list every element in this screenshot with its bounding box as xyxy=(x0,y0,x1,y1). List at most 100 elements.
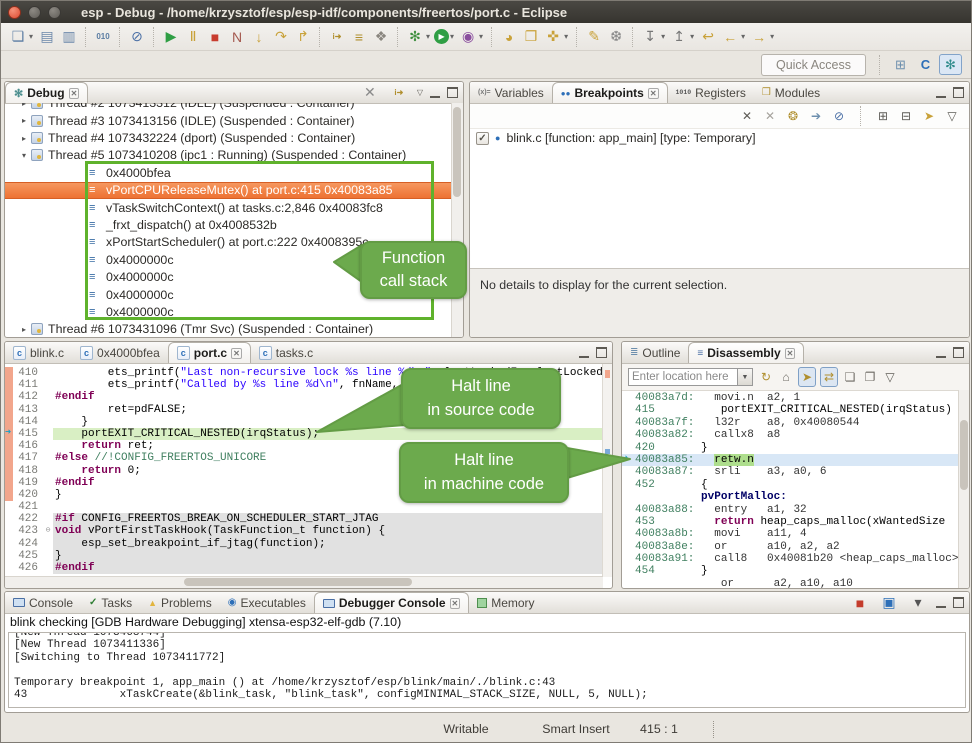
sync-with-active-context-toggle[interactable]: ⇄ xyxy=(820,367,838,387)
open-new-view-button[interactable]: ❏ xyxy=(842,368,858,386)
location-input[interactable]: Enter location here xyxy=(628,368,738,386)
debug-frame-row[interactable]: ≡0x4000000c xyxy=(5,303,452,320)
disconnect-button[interactable]: N xyxy=(227,27,247,47)
disassembly-line[interactable]: 40083a88: entry a1, 32 xyxy=(622,504,959,516)
code-line[interactable]: 423⊖void vPortFirstTaskHook(TaskFunction… xyxy=(5,525,603,537)
maximize-icon[interactable] xyxy=(596,347,607,358)
open-perspective-button[interactable]: ⊞ xyxy=(889,54,912,75)
tab-disassembly[interactable]: ≡ Disassembly ✕ xyxy=(688,342,804,363)
run-button[interactable]: ▶ xyxy=(434,29,449,44)
collapse-all-button[interactable]: ⊟ xyxy=(899,108,913,124)
disassembly-code[interactable]: 40083a7d: movi.n a2, 1415 portEXIT_CRITI… xyxy=(622,390,959,588)
disassembly-line[interactable]: ➜40083a85: retw.n xyxy=(622,454,959,466)
tree-twisty-icon[interactable]: ▸ xyxy=(19,116,29,125)
debug-button[interactable]: ✻ xyxy=(405,27,425,47)
tab-registers[interactable]: 1010 Registers xyxy=(668,82,754,103)
profile-button[interactable]: ◉ xyxy=(458,27,478,47)
step-return-button[interactable]: ↱ xyxy=(293,27,313,47)
disassembly-line[interactable]: 454 } xyxy=(622,565,959,577)
debug-thread-row[interactable]: ▸Thread #3 1073413156 (IDLE) (Suspended … xyxy=(5,112,452,129)
tree-twisty-icon[interactable]: ▸ xyxy=(19,325,29,334)
quick-access-button[interactable]: Quick Access xyxy=(761,54,866,76)
maximize-icon[interactable] xyxy=(447,87,458,98)
minimize-icon[interactable] xyxy=(936,348,946,358)
minimize-icon[interactable] xyxy=(430,88,440,98)
code-line[interactable]: 426#endif xyxy=(5,562,603,574)
debug-perspective-button[interactable]: ✻ xyxy=(939,54,962,75)
scrollbar-thumb[interactable] xyxy=(960,420,968,490)
link-with-debug-view-button[interactable]: ➤ xyxy=(922,108,936,124)
debug-scrollbar[interactable] xyxy=(451,103,463,337)
open-element-button[interactable]: ❐ xyxy=(521,27,541,47)
debug-thread-row[interactable]: ▸Thread #6 1073431096 (Tmr Svc) (Suspend… xyxy=(5,321,452,337)
tab-debug[interactable]: ✻ Debug ✕ xyxy=(5,82,88,103)
new-button[interactable]: ❏ xyxy=(8,27,28,47)
close-icon[interactable]: ✕ xyxy=(648,88,659,99)
suspend-button[interactable]: Ⅱ xyxy=(183,27,203,47)
tab-0x4000bfea[interactable]: c 0x4000bfea xyxy=(72,342,168,363)
maximize-icon[interactable] xyxy=(953,347,964,358)
tab-blink-c[interactable]: c blink.c xyxy=(5,342,72,363)
code-line[interactable]: ➜415 portEXIT_CRITICAL_NESTED(irqStatus)… xyxy=(5,428,603,440)
annotations-button[interactable]: ❆ xyxy=(606,27,626,47)
terminate-console-button[interactable]: ■ xyxy=(850,593,870,613)
code-line[interactable]: 425} xyxy=(5,550,603,562)
display-selected-console-button[interactable]: ▣ xyxy=(879,593,899,613)
tab-executables[interactable]: ◉ Executables xyxy=(220,592,314,613)
tree-twisty-icon[interactable]: ▾ xyxy=(19,151,29,160)
use-step-filters-button[interactable]: ≡ xyxy=(349,27,369,47)
pin-view-button[interactable]: ❐ xyxy=(862,368,878,386)
tab-outline[interactable]: ≣ Outline xyxy=(622,342,688,363)
forward-button-dropdown-icon[interactable]: ▾ xyxy=(770,32,774,41)
last-edit-location-button[interactable]: ↩ xyxy=(698,27,718,47)
location-dropdown-icon[interactable]: ▼ xyxy=(738,368,753,386)
disassembly-line[interactable]: 40083a82: callx8 a8 xyxy=(622,429,959,441)
close-icon[interactable]: ✕ xyxy=(69,88,80,99)
window-close-button[interactable] xyxy=(8,6,21,19)
code-line[interactable]: 424 esp_set_breakpoint_if_jtag(function)… xyxy=(5,538,603,550)
resume-button[interactable]: ▶ xyxy=(161,27,181,47)
close-icon[interactable]: ✕ xyxy=(231,348,242,359)
remove-all-terminated-button[interactable]: ✕ xyxy=(360,83,380,103)
save-button[interactable]: ▤ xyxy=(37,27,57,47)
debug-button-dropdown-icon[interactable]: ▾ xyxy=(426,32,430,41)
track-expression-toggle[interactable]: ➤ xyxy=(798,367,816,387)
disassembly-line[interactable]: 40083a7d: movi.n a2, 1 xyxy=(622,392,959,404)
previous-annotation-button-dropdown-icon[interactable]: ▾ xyxy=(690,32,694,41)
step-over-button[interactable]: ↷ xyxy=(271,27,291,47)
debug-frame-row[interactable]: ≡vPortCPUReleaseMutex() at port.c:415 0x… xyxy=(5,182,452,199)
tab-memory[interactable]: Memory xyxy=(469,592,542,613)
terminate-button[interactable]: ■ xyxy=(205,27,225,47)
binary-010-button[interactable]: 010 xyxy=(93,27,113,47)
disassembly-line[interactable]: 40083a8e: or a10, a2, a2 xyxy=(622,541,959,553)
disassembly-line[interactable]: 452 { xyxy=(622,479,959,491)
view-menu-button[interactable]: ▽ xyxy=(945,108,959,124)
next-annotation-button[interactable]: ↧ xyxy=(640,27,660,47)
scrollbar-thumb[interactable] xyxy=(184,578,411,586)
scrollbar-thumb[interactable] xyxy=(453,107,461,197)
instruction-stepping-button[interactable]: i➜ xyxy=(327,27,347,47)
instruction-stepping-toggle[interactable]: i➜ xyxy=(389,83,409,103)
step-into-button[interactable]: ↓ xyxy=(249,27,269,47)
tab-problems[interactable]: ▲ Problems xyxy=(140,592,220,613)
debug-thread-row[interactable]: ▸Thread #2 1073413312 (IDLE) (Suspended … xyxy=(5,103,452,112)
mark-occurrences-button[interactable]: ✎ xyxy=(584,27,604,47)
home-button[interactable]: ⌂ xyxy=(778,368,794,386)
breakpoint-types-button[interactable]: ❖ xyxy=(371,27,391,47)
profile-button-dropdown-icon[interactable]: ▾ xyxy=(479,32,483,41)
disassembly-line[interactable]: 453 return heap_caps_malloc(xWantedSize xyxy=(622,516,959,528)
breakpoint-checkbox[interactable]: ✓ xyxy=(476,132,489,145)
disassembly-scrollbar[interactable] xyxy=(958,390,969,588)
disassembly-line[interactable]: 420 } xyxy=(622,442,959,454)
save-all-button[interactable]: ▥ xyxy=(59,27,79,47)
breakpoint-entry-row[interactable]: ✓ ● blink.c [function: app_main] [type: … xyxy=(470,129,969,147)
search-button[interactable]: ✜ xyxy=(543,27,563,47)
code-line[interactable]: 422#if CONFIG_FREERTOS_BREAK_ON_SCHEDULE… xyxy=(5,513,603,525)
debug-frame-row[interactable]: ≡_frxt_dispatch() at 0x4008532b xyxy=(5,216,452,233)
console-output[interactable]: [New Thread 1073468744][New Thread 10734… xyxy=(8,632,966,708)
disassembly-line[interactable]: 40083a91: call8 0x40081b20 <heap_caps_ma… xyxy=(622,553,959,565)
debug-thread-row[interactable]: ▾Thread #5 1073410208 (ipc1 : Running) (… xyxy=(5,147,452,164)
run-button-dropdown-icon[interactable]: ▾ xyxy=(450,32,454,41)
skip-all-breakpoints-button[interactable]: ⊘ xyxy=(832,108,846,124)
skip-all-breakpoints-button[interactable]: ⊘ xyxy=(127,27,147,47)
